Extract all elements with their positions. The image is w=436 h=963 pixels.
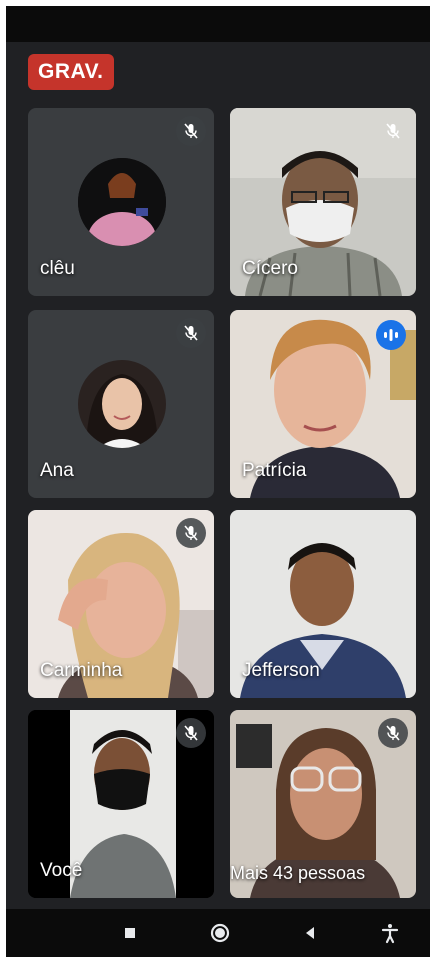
participant-tile-cicero[interactable]: Cícero	[230, 108, 416, 296]
status-bar	[6, 6, 430, 42]
recents-square-icon[interactable]	[118, 921, 142, 945]
speaking-indicator-icon	[376, 320, 406, 350]
participant-tile-cleu[interactable]: clêu	[28, 108, 214, 296]
participant-name: Patrícia	[242, 460, 307, 481]
mic-off-icon	[378, 116, 408, 146]
participant-tile-more[interactable]: Mais 43 pessoas	[230, 710, 416, 898]
participant-avatar	[78, 360, 166, 448]
back-triangle-icon[interactable]	[298, 921, 322, 945]
recording-badge: GRAV.	[28, 54, 114, 90]
participant-tile-carminha[interactable]: Carminha	[28, 510, 214, 698]
participant-name: Ana	[40, 460, 74, 481]
accessibility-icon[interactable]	[378, 921, 402, 945]
mic-off-icon	[176, 718, 206, 748]
mic-off-icon	[176, 318, 206, 348]
participant-name: Carminha	[40, 660, 123, 681]
participant-name: Cícero	[242, 258, 298, 279]
meet-call-screen: GRAV. clêu Cícero Ana Patrícia Carminha …	[6, 6, 430, 957]
participant-tile-self[interactable]: Você	[28, 710, 214, 898]
participant-name: Jefferson	[242, 660, 320, 681]
participant-avatar	[78, 158, 166, 246]
mic-off-icon	[176, 116, 206, 146]
participant-tile-ana[interactable]: Ana	[28, 310, 214, 498]
system-nav-bar	[6, 909, 430, 957]
participant-tile-patricia[interactable]: Patrícia	[230, 310, 416, 498]
mic-off-icon	[176, 518, 206, 548]
mic-off-icon	[378, 718, 408, 748]
participant-name: clêu	[40, 258, 75, 279]
participant-tile-jefferson[interactable]: Jefferson	[230, 510, 416, 698]
more-participants-label: Mais 43 pessoas	[230, 863, 366, 883]
home-circle-icon[interactable]	[208, 921, 232, 945]
participant-name: Você	[40, 860, 83, 881]
